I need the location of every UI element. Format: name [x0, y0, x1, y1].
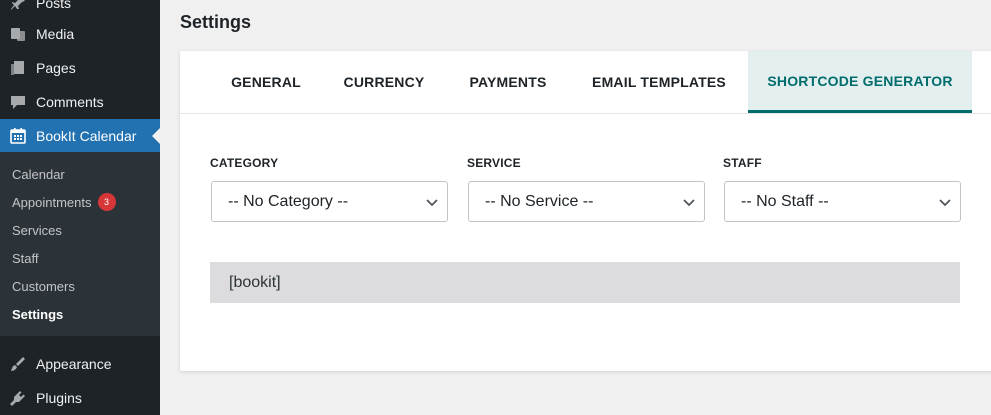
calendar-icon	[8, 126, 28, 146]
category-select[interactable]: -- No Category --	[211, 181, 448, 222]
sidebar-item-label: Appearance	[36, 356, 112, 372]
sidebar-item-pages[interactable]: Pages	[0, 51, 160, 85]
plugins-icon	[8, 388, 28, 408]
service-select[interactable]: -- No Service --	[468, 181, 705, 222]
sidebar-item-media[interactable]: Media	[0, 17, 160, 51]
submenu-item-settings[interactable]: Settings	[12, 304, 63, 324]
comments-icon	[8, 92, 28, 112]
bookit-submenu: Calendar Appointments 3 Services Staff C…	[0, 152, 160, 336]
appointments-count-badge: 3	[97, 193, 116, 211]
appearance-icon	[8, 354, 28, 374]
sidebar-item-label: BookIt Calendar	[36, 128, 137, 144]
submenu-item-label: Staff	[12, 250, 39, 266]
tab-shortcode-generator[interactable]: SHORTCODE GENERATOR	[748, 51, 972, 113]
page-title: Settings	[180, 12, 252, 32]
submenu-item-label: Customers	[12, 278, 75, 294]
sidebar-item-label: Media	[36, 26, 75, 42]
tab-currency[interactable]: CURRENCY	[330, 51, 438, 113]
service-label: SERVICE	[467, 156, 521, 170]
sidebar-item-plugins[interactable]: Plugins	[0, 381, 160, 415]
staff-select[interactable]: -- No Staff --	[724, 181, 961, 222]
pages-icon	[8, 58, 28, 78]
chevron-down-icon	[682, 195, 696, 209]
tab-general[interactable]: GENERAL	[212, 51, 320, 113]
chevron-down-icon	[425, 195, 439, 209]
staff-label: STAFF	[723, 156, 762, 170]
tab-payments[interactable]: PAYMENTS	[453, 51, 563, 113]
shortcode-output[interactable]: [bookit]	[210, 262, 960, 303]
submenu-item-services[interactable]: Services	[12, 220, 62, 240]
sidebar-item-comments[interactable]: Comments	[0, 85, 160, 119]
media-icon	[8, 24, 28, 44]
submenu-item-label: Calendar	[12, 166, 65, 182]
staff-select-value: -- No Staff --	[741, 192, 829, 210]
submenu-item-appointments[interactable]: Appointments 3	[12, 192, 116, 212]
settings-tabs: GENERAL CURRENCY PAYMENTS EMAIL TEMPLATE…	[180, 51, 991, 114]
submenu-item-label: Settings	[12, 306, 64, 322]
category-select-value: -- No Category --	[228, 192, 349, 210]
admin-sidebar: Posts Media Pages Comments BookIt Calend…	[0, 0, 160, 415]
submenu-item-calendar[interactable]: Calendar	[12, 164, 65, 184]
chevron-down-icon	[938, 195, 952, 209]
settings-card: GENERAL CURRENCY PAYMENTS EMAIL TEMPLATE…	[180, 51, 991, 371]
sidebar-item-label: Plugins	[36, 390, 82, 406]
sidebar-item-label: Posts	[36, 0, 72, 11]
sidebar-item-label: Comments	[36, 94, 104, 110]
submenu-item-staff[interactable]: Staff	[12, 248, 39, 268]
service-select-value: -- No Service --	[485, 192, 594, 210]
category-label: CATEGORY	[210, 156, 279, 170]
sidebar-item-bookit-calendar[interactable]: BookIt Calendar	[0, 119, 160, 153]
submenu-item-label: Appointments	[12, 194, 92, 210]
submenu-item-label: Services	[12, 222, 62, 238]
sidebar-item-label: Pages	[36, 60, 76, 76]
shortcode-text: [bookit]	[229, 273, 281, 291]
tab-email-templates[interactable]: EMAIL TEMPLATES	[580, 51, 738, 113]
pin-icon	[8, 0, 28, 13]
submenu-item-customers[interactable]: Customers	[12, 276, 75, 296]
sidebar-item-appearance[interactable]: Appearance	[0, 347, 160, 381]
